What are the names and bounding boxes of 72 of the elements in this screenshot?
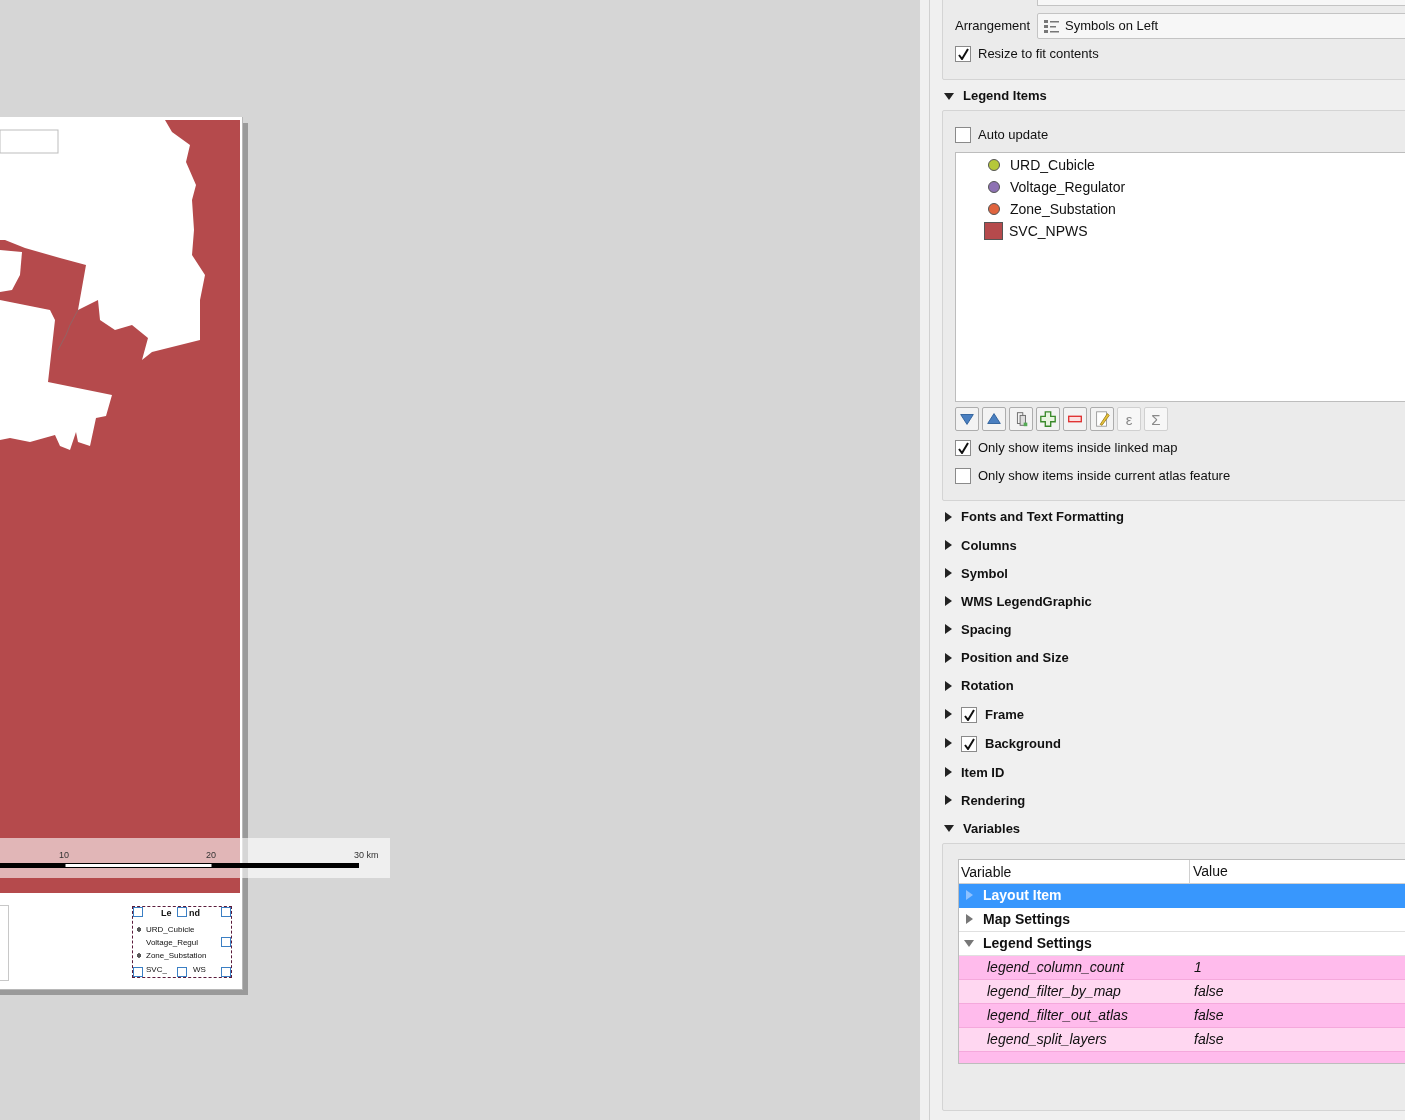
- section-header[interactable]: Item ID: [961, 762, 1005, 783]
- resize-handle[interactable]: [177, 967, 187, 977]
- pencil-icon: [1093, 410, 1111, 428]
- checkbox[interactable]: [955, 468, 971, 484]
- checkmark-icon: [963, 708, 975, 721]
- variable-value: false: [1193, 1005, 1224, 1025]
- legend-title: nd: [189, 908, 200, 919]
- variable-name: legend_filter_out_atlas: [986, 1005, 1129, 1025]
- legend-entry: URD_Cubicle: [137, 924, 195, 935]
- section-header[interactable]: Background: [985, 734, 1061, 754]
- checkbox[interactable]: [955, 440, 971, 456]
- section-header[interactable]: Columns: [961, 535, 1017, 556]
- toolbar-button[interactable]: [1036, 407, 1060, 431]
- resize-handle[interactable]: [133, 967, 143, 977]
- field-label: Arrangement: [955, 17, 1032, 36]
- checkbox[interactable]: [961, 735, 977, 752]
- column-header[interactable]: Value: [1190, 859, 1228, 885]
- resize-handle[interactable]: [221, 937, 231, 947]
- arrangement-dropdown[interactable]: Symbols on Left: [1037, 13, 1405, 39]
- section-header[interactable]: Spacing: [961, 620, 1012, 640]
- legend-item[interactable]: Voltage_Regulator: [1010, 176, 1126, 198]
- column-header[interactable]: Variable: [959, 859, 1190, 884]
- resize-handle[interactable]: [221, 967, 231, 977]
- legend-entry: SVC_: [146, 964, 167, 975]
- checkmark-icon: [957, 48, 969, 60]
- legend-entry: WS: [193, 964, 206, 975]
- checkbox[interactable]: [955, 127, 971, 143]
- checkmark-icon: [963, 737, 975, 750]
- checkbox-label: Auto update: [978, 126, 1049, 145]
- symbols-left-icon: [1044, 18, 1059, 34]
- toolbar-button[interactable]: [982, 407, 1006, 431]
- toolbar-button[interactable]: [1090, 407, 1114, 431]
- resize-handle[interactable]: [133, 907, 143, 917]
- toolbar-button[interactable]: [1009, 407, 1033, 431]
- legend-item[interactable]: SVC_NPWS: [1009, 220, 1088, 242]
- scale-label: 10: [59, 849, 69, 861]
- resize-handle[interactable]: [177, 907, 187, 917]
- expand-arrow-icon: [965, 890, 973, 901]
- section-header[interactable]: Rotation: [961, 676, 1014, 696]
- legend-entry: Voltage_Regul: [146, 937, 199, 948]
- legend-item[interactable]: Zone_Substation: [1010, 198, 1116, 220]
- scale-label: 30 km: [354, 849, 379, 861]
- toolbar-button[interactable]: [1063, 407, 1087, 431]
- expand-arrow-icon: [965, 914, 973, 925]
- resize-handle[interactable]: [221, 907, 231, 917]
- variable-value: false: [1193, 981, 1224, 1001]
- legend-item[interactable]: URD_Cubicle: [1010, 154, 1095, 176]
- section-header[interactable]: Position and Size: [961, 648, 1069, 668]
- checkbox[interactable]: [961, 706, 977, 723]
- plus-icon: [1039, 410, 1057, 428]
- legend-title: Le: [161, 908, 172, 919]
- section-header[interactable]: WMS LegendGraphic: [961, 591, 1092, 612]
- section-header[interactable]: Symbol: [961, 563, 1008, 584]
- section-header[interactable]: Rendering: [961, 790, 1026, 811]
- collapse-arrow-icon: [964, 939, 974, 948]
- scale-label: 20: [206, 849, 216, 861]
- legend-entry: Zone_Substation: [137, 950, 207, 961]
- checkbox-label: Only show items inside current atlas feature: [978, 467, 1231, 486]
- variable-value: 1: [1193, 957, 1202, 977]
- checkbox-label: Only show items inside linked map: [978, 439, 1178, 458]
- section-header[interactable]: Fonts and Text Formatting: [961, 507, 1124, 527]
- toolbar-button[interactable]: [955, 407, 979, 431]
- section-header[interactable]: Legend Items: [963, 86, 1047, 106]
- checkbox-label: Resize to fit contents: [978, 45, 1099, 64]
- section-header[interactable]: Variables: [963, 819, 1021, 839]
- variable-name: legend_split_layers: [986, 1029, 1108, 1049]
- variable-name: legend_filter_by_map: [986, 981, 1122, 1001]
- checkbox[interactable]: [955, 46, 971, 62]
- variable-value: false: [1193, 1029, 1224, 1049]
- variable-name: legend_column_count: [986, 957, 1126, 977]
- section-header[interactable]: Frame: [985, 705, 1025, 725]
- checkmark-icon: [957, 442, 969, 454]
